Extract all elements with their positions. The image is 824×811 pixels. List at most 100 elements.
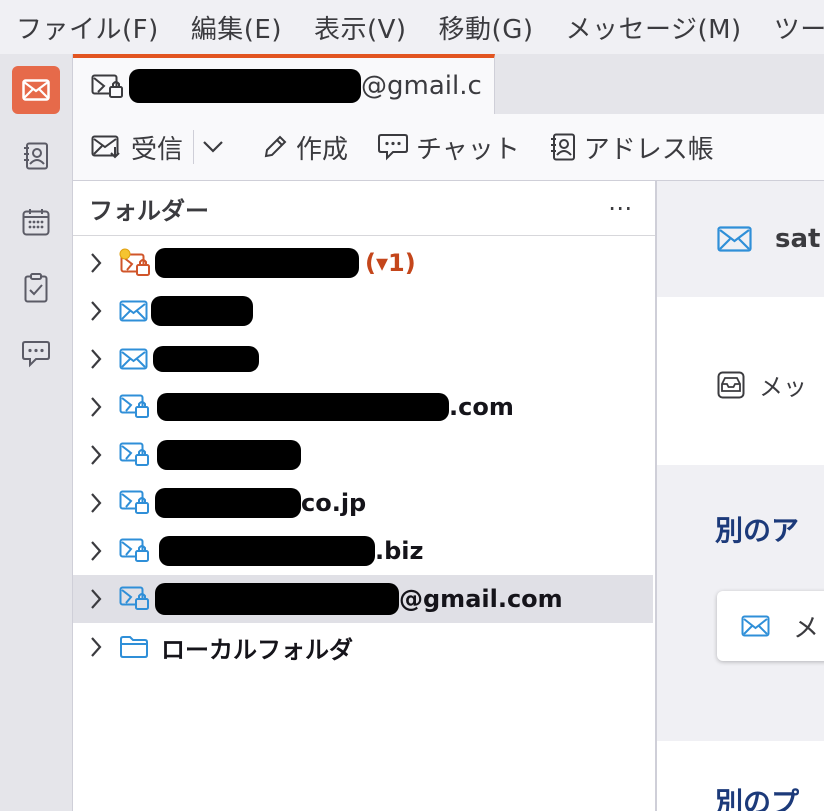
folder-name	[157, 440, 301, 470]
account-central: sat メッ 別のア メ 別のプ	[657, 181, 824, 811]
redacted-text	[159, 536, 375, 566]
account-lock-icon	[119, 538, 149, 562]
redacted-text	[155, 583, 399, 615]
chat-button[interactable]: チャット	[378, 129, 520, 166]
chevron-right-icon[interactable]	[89, 540, 103, 562]
chevron-right-icon[interactable]	[89, 300, 103, 322]
folder-name	[153, 346, 259, 372]
menu-tools[interactable]: ツー	[774, 9, 824, 46]
space-address-book-button[interactable]	[12, 132, 60, 180]
mail-account-icon	[119, 348, 148, 370]
account-lock-icon	[91, 74, 123, 98]
unread-count: (▾1)	[365, 249, 416, 277]
local-folders-row[interactable]: ローカルフォルダ	[73, 623, 653, 671]
folder-icon	[120, 636, 148, 658]
folder-name: (▾1)	[155, 248, 416, 278]
menu-bar: ファイル(F) 編集(E) 表示(V) 移動(G) メッセージ(M) ツー	[0, 0, 824, 54]
folder-row[interactable]	[73, 287, 653, 335]
folder-name: co.jp	[155, 488, 366, 518]
mail-icon	[22, 79, 50, 101]
address-book-button[interactable]: アドレス帳	[550, 129, 714, 166]
account-name: sat	[775, 224, 821, 254]
get-messages-button[interactable]: 受信	[91, 129, 183, 166]
chevron-right-icon[interactable]	[89, 348, 103, 370]
compose-button[interactable]: 作成	[262, 129, 348, 166]
redacted-text	[153, 346, 259, 372]
local-folders-label: ローカルフォルダ	[161, 635, 353, 664]
menu-file[interactable]: ファイル(F)	[16, 9, 159, 46]
folder-row[interactable]: @gmail.com	[73, 575, 653, 623]
address-book-icon	[24, 142, 48, 170]
menu-message[interactable]: メッセージ(M)	[565, 9, 741, 46]
mail-icon	[741, 615, 770, 637]
compose-label: 作成	[296, 134, 349, 165]
other-product-heading: 別のプ	[715, 786, 800, 811]
redacted-text	[151, 296, 253, 326]
folder-row[interactable]	[73, 335, 653, 383]
account-lock-icon	[119, 394, 149, 418]
chat-icon	[378, 134, 409, 161]
tab-account[interactable]: @gmail.c	[73, 54, 495, 114]
main-toolbar: 受信 作成 チャット アドレス帳	[73, 114, 824, 181]
email-setup-card[interactable]: メ	[717, 591, 824, 661]
folder-name: .biz	[159, 536, 424, 566]
account-lock-icon	[119, 442, 149, 466]
other-account-heading: 別のア	[715, 514, 800, 547]
redacted-text	[129, 69, 361, 103]
chevron-right-icon[interactable]	[89, 636, 103, 658]
get-messages-dropdown[interactable]	[202, 140, 232, 154]
folder-row[interactable]	[73, 431, 653, 479]
folder-row[interactable]: co.jp	[73, 479, 653, 527]
get-mail-icon	[91, 135, 120, 159]
read-messages-link[interactable]: メッ	[717, 367, 807, 402]
inbox-icon	[717, 371, 745, 398]
menu-view[interactable]: 表示(V)	[314, 9, 407, 46]
redacted-text	[155, 488, 301, 518]
mail-account-icon	[119, 300, 148, 322]
chevron-right-icon[interactable]	[89, 444, 103, 466]
tab-title: @gmail.c	[361, 71, 482, 101]
tasks-icon	[24, 273, 48, 303]
chat-icon	[22, 341, 50, 368]
folder-name: @gmail.com	[155, 583, 563, 615]
folder-name	[151, 296, 253, 326]
chevron-down-icon	[203, 141, 223, 153]
read-messages-label: メッ	[759, 373, 807, 401]
menu-edit[interactable]: 編集(E)	[191, 9, 282, 46]
redacted-text	[157, 440, 301, 470]
menu-go[interactable]: 移動(G)	[439, 9, 534, 46]
redacted-text	[157, 393, 449, 421]
folder-pane-more-button[interactable]: ⋯	[608, 194, 633, 222]
pencil-icon	[264, 135, 287, 158]
folder-pane-header: フォルダー ⋯	[73, 181, 655, 236]
folder-row[interactable]: (▾1)	[73, 239, 653, 287]
space-mail-button[interactable]	[12, 66, 60, 114]
space-calendar-button[interactable]	[12, 198, 60, 246]
address-book-icon	[550, 133, 575, 161]
chevron-right-icon[interactable]	[89, 252, 103, 274]
get-messages-label: 受信	[131, 134, 184, 165]
folder-pane: フォルダー ⋯ (▾1) .com co.jp .biz @gmail.com …	[73, 181, 657, 811]
folder-name: .com	[157, 393, 514, 421]
toolbar-separator	[193, 130, 195, 164]
calendar-icon	[22, 209, 50, 236]
spaces-toolbar	[0, 54, 73, 811]
tab-bar: @gmail.c	[73, 54, 824, 114]
account-header: sat	[657, 181, 824, 297]
chevron-right-icon[interactable]	[89, 588, 103, 610]
account-lock-icon	[119, 586, 149, 610]
folder-pane-title: フォルダー	[89, 196, 209, 225]
space-tasks-button[interactable]	[12, 264, 60, 312]
account-lock-new-mail-icon	[119, 248, 150, 276]
mail-account-icon	[717, 226, 752, 252]
redacted-text	[155, 248, 359, 278]
chevron-right-icon[interactable]	[89, 396, 103, 418]
email-card-label: メ	[793, 613, 820, 644]
account-lock-icon	[119, 490, 149, 514]
address-book-label: アドレス帳	[583, 134, 714, 165]
space-chat-button[interactable]	[12, 330, 60, 378]
chat-label: チャット	[416, 134, 520, 165]
folder-row[interactable]: .com	[73, 383, 653, 431]
folder-row[interactable]: .biz	[73, 527, 653, 575]
chevron-right-icon[interactable]	[89, 492, 103, 514]
